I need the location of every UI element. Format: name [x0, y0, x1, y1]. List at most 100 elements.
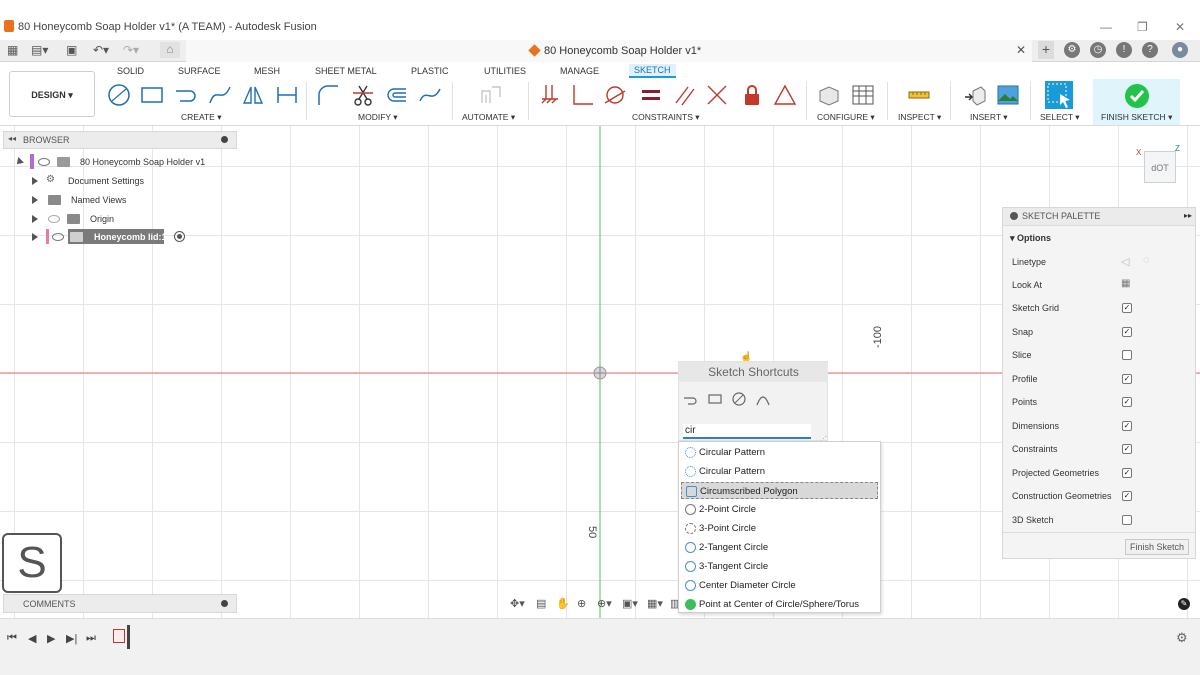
expand-palette-icon[interactable]: ▸▸ [1184, 211, 1192, 220]
new-tab-button[interactable]: + [1038, 41, 1054, 59]
result-2-point-circle[interactable]: 2-Point Circle [681, 501, 878, 518]
step-forward-icon[interactable]: ▶| [66, 632, 77, 645]
create-menu[interactable]: CREATE ▾ [181, 112, 222, 123]
result-circular-pattern-1[interactable]: Circular Pattern [681, 444, 878, 461]
configure-model-icon[interactable] [817, 83, 841, 107]
play-icon[interactable]: ▶ [47, 632, 55, 645]
home-icon[interactable]: ⌂ [160, 42, 180, 58]
go-to-end-icon[interactable]: ⏭ [86, 632, 96, 645]
fillet-tool-icon[interactable] [316, 83, 340, 107]
expand-triangle-icon[interactable] [32, 215, 38, 223]
browser-panel-header[interactable]: ◂◂ BROWSER [3, 131, 237, 149]
rectangle-shortcut-icon[interactable] [708, 392, 722, 406]
result-circumscribed-polygon[interactable]: Circumscribed Polygon [681, 482, 878, 499]
sketch-timeline-icon[interactable] [113, 629, 125, 643]
equal-constraint-icon[interactable] [639, 83, 663, 107]
palette-pin-icon[interactable] [1010, 212, 1018, 220]
user-avatar[interactable]: ● [1172, 42, 1188, 58]
tab-sheet-metal[interactable]: SHEET METAL [315, 66, 377, 76]
slice-checkbox[interactable] [1122, 350, 1132, 360]
construction-geometries-checkbox[interactable]: ✓ [1122, 491, 1132, 501]
linetype-construction-icon[interactable]: ◁ [1121, 255, 1129, 268]
close-tab-button[interactable]: ✕ [1016, 43, 1026, 57]
profile-checkbox[interactable]: ✓ [1122, 374, 1132, 384]
project-tool-icon[interactable] [418, 83, 442, 107]
pan-icon[interactable]: ✋ [556, 597, 570, 610]
view-cube[interactable]: dOT [1144, 151, 1176, 183]
eye-icon[interactable] [52, 233, 64, 241]
step-back-icon[interactable]: ◀ [28, 632, 36, 645]
tree-item-root[interactable]: 80 Honeycomb Soap Holder v1 [14, 154, 236, 170]
pin-icon[interactable] [221, 136, 228, 143]
finish-sketch-palette-button[interactable]: Finish Sketch [1125, 539, 1189, 555]
linetype-centerline-icon[interactable]: ◌ [1143, 254, 1150, 266]
result-2-tangent-circle[interactable]: 2-Tangent Circle [681, 539, 878, 556]
add-comment-icon[interactable] [221, 600, 228, 607]
sketch-grid-checkbox[interactable]: ✓ [1122, 303, 1132, 313]
select-menu[interactable]: SELECT ▾ [1040, 112, 1080, 123]
save-icon[interactable]: ▣ [66, 43, 77, 57]
notifications-icon[interactable]: ! [1116, 42, 1132, 58]
palette-header[interactable]: SKETCH PALETTE ▸▸ [1003, 208, 1195, 226]
mirror-tool-icon[interactable] [241, 83, 265, 107]
shortcut-search-input[interactable] [683, 424, 811, 439]
constraints-checkbox[interactable]: ✓ [1122, 444, 1132, 454]
tab-solid[interactable]: SOLID [117, 66, 144, 76]
finish-sketch-button[interactable]: FINISH SKETCH ▾ [1093, 79, 1180, 125]
lock-icon[interactable] [740, 83, 764, 107]
tree-item-origin[interactable]: Origin [30, 211, 230, 227]
circle-tool-icon[interactable] [107, 83, 131, 107]
comments-panel-header[interactable]: COMMENTS [3, 594, 237, 613]
tab-manage[interactable]: MANAGE [560, 66, 599, 76]
expand-triangle-icon[interactable] [32, 177, 38, 185]
arc-shortcut-icon[interactable] [756, 392, 770, 406]
measure-icon[interactable] [907, 83, 931, 107]
line-tool-icon[interactable] [174, 83, 198, 107]
tree-item-document-settings[interactable]: ⚙ Document Settings [30, 173, 230, 189]
tab-utilities[interactable]: UTILITIES [484, 66, 526, 76]
fix-constraint-icon[interactable] [538, 83, 562, 107]
3d-sketch-checkbox[interactable] [1122, 515, 1132, 525]
minimize-button[interactable]: — [1100, 20, 1112, 34]
triangle-constraint-icon[interactable] [773, 83, 797, 107]
select-icon[interactable] [1044, 80, 1074, 110]
feedback-icon[interactable]: ✎ [1178, 598, 1190, 610]
parallel-constraint-icon[interactable] [672, 83, 696, 107]
dimension-tool-icon[interactable] [275, 83, 299, 107]
insert-menu[interactable]: INSERT ▾ [970, 112, 1008, 123]
grid-icon[interactable]: ▦ [7, 43, 18, 57]
spline-tool-icon[interactable] [208, 83, 232, 107]
circle-shortcut-icon[interactable] [732, 392, 746, 406]
workspace-dropdown[interactable]: DESIGN ▾ [9, 71, 95, 117]
points-checkbox[interactable]: ✓ [1122, 397, 1132, 407]
zoom-icon[interactable]: ⊕ [577, 597, 586, 610]
tab-mesh[interactable]: MESH [254, 66, 280, 76]
maximize-button[interactable]: ❐ [1137, 20, 1148, 34]
result-point-at-center[interactable]: Point at Center of Circle/Sphere/Torus [681, 596, 878, 613]
tree-item-named-views[interactable]: Named Views [30, 192, 230, 208]
extensions-icon[interactable]: ⚙ [1064, 42, 1080, 58]
tree-item-honeycomb-lid[interactable]: Honeycomb lid:1 [30, 229, 230, 245]
tab-plastic[interactable]: PLASTIC [411, 66, 449, 76]
offset-tool-icon[interactable] [384, 83, 408, 107]
close-window-button[interactable]: ✕ [1175, 20, 1185, 34]
timeline-settings-gear-icon[interactable]: ⚙ [1176, 630, 1188, 646]
coincident-constraint-icon[interactable] [705, 83, 729, 107]
inspect-menu[interactable]: INSPECT ▾ [898, 112, 941, 123]
line-shortcut-icon[interactable] [683, 392, 697, 406]
result-circular-pattern-2[interactable]: Circular Pattern [681, 463, 878, 480]
expand-triangle-icon[interactable] [14, 157, 24, 167]
undo-icon[interactable]: ↶▾ [93, 43, 109, 57]
collapse-icon[interactable]: ◂◂ [8, 134, 16, 143]
help-icon[interactable]: ? [1142, 42, 1158, 58]
snap-checkbox[interactable]: ✓ [1122, 327, 1132, 337]
eye-icon[interactable] [38, 158, 50, 166]
rectangle-tool-icon[interactable] [140, 83, 164, 107]
file-icon[interactable]: ▤▾ [31, 43, 48, 57]
orbit-icon[interactable]: ✥▾ [510, 597, 525, 610]
projected-geometries-checkbox[interactable]: ✓ [1122, 468, 1132, 478]
look-at-icon[interactable]: ▦ [1121, 278, 1130, 289]
display-settings-icon[interactable]: ▣▾ [622, 597, 638, 610]
document-tab[interactable]: 80 Honeycomb Soap Holder v1* ✕ [186, 40, 1032, 62]
zoom-window-icon[interactable]: ⊕▾ [597, 597, 612, 610]
